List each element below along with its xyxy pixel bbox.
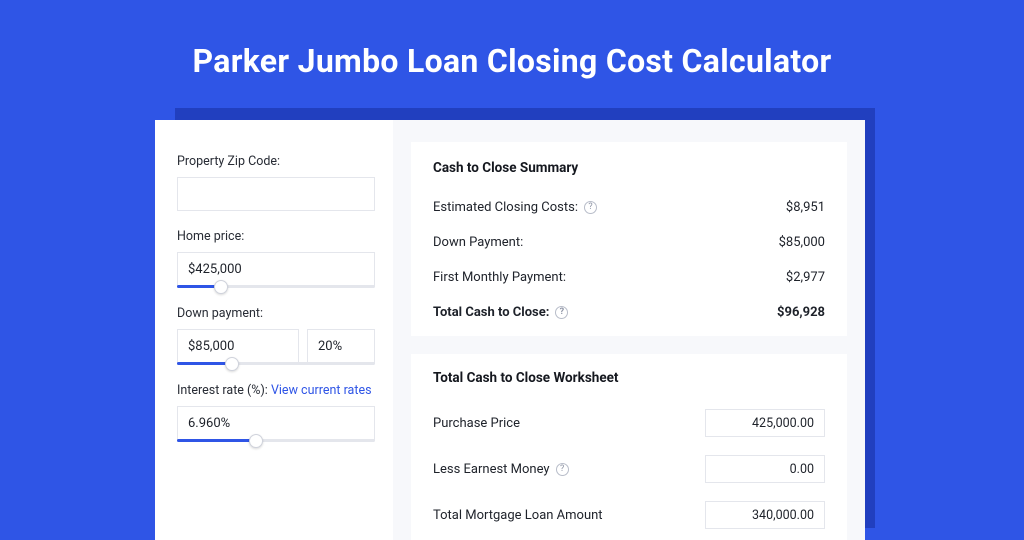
worksheet-row: Purchase Price — [433, 400, 825, 446]
summary-row-label: Estimated Closing Costs: ? — [433, 200, 597, 215]
help-icon[interactable]: ? — [555, 306, 568, 319]
view-current-rates-link[interactable]: View current rates — [271, 383, 372, 398]
zip-input[interactable] — [177, 177, 375, 211]
summary-row-label-text: First Monthly Payment: — [433, 270, 566, 285]
results-column: Cash to Close Summary Estimated Closing … — [393, 120, 865, 540]
worksheet-row: Less Earnest Money ? — [433, 446, 825, 492]
down-payment-pct-input[interactable] — [307, 329, 375, 363]
summary-row-value: $8,951 — [786, 200, 825, 215]
down-payment-slider-thumb[interactable] — [225, 357, 239, 371]
summary-row: Down Payment: $85,000 — [433, 225, 825, 260]
worksheet-row-label-text: Less Earnest Money — [433, 462, 550, 477]
interest-rate-slider[interactable] — [177, 439, 375, 442]
down-payment-slider-fill — [177, 362, 232, 365]
field-zip: Property Zip Code: — [177, 154, 375, 211]
summary-row-value: $2,977 — [786, 270, 825, 285]
worksheet-row-label: Total Mortgage Loan Amount — [433, 508, 603, 523]
home-price-label: Home price: — [177, 229, 375, 244]
help-icon[interactable]: ? — [556, 463, 569, 476]
summary-row-label: Down Payment: — [433, 235, 523, 250]
help-icon[interactable]: ? — [584, 201, 597, 214]
down-payment-slider[interactable] — [177, 362, 375, 365]
worksheet-row-label-text: Purchase Price — [433, 416, 520, 431]
home-price-input[interactable] — [177, 252, 375, 286]
summary-title: Cash to Close Summary — [433, 160, 825, 176]
summary-row-total: Total Cash to Close: ? $96,928 — [433, 295, 825, 330]
summary-row-label: Total Cash to Close: ? — [433, 305, 568, 320]
home-price-slider[interactable] — [177, 285, 375, 288]
down-payment-input[interactable] — [177, 329, 299, 363]
summary-row-label-text: Down Payment: — [433, 235, 523, 250]
field-interest-rate: Interest rate (%): View current rates — [177, 383, 375, 442]
worksheet-row: Total Mortgage Loan Amount — [433, 492, 825, 538]
interest-rate-slider-thumb[interactable] — [249, 434, 263, 448]
worksheet-row-label: Less Earnest Money ? — [433, 462, 569, 477]
worksheet-row-label-text: Total Mortgage Loan Amount — [433, 508, 603, 523]
summary-row-value: $96,928 — [777, 305, 825, 320]
worksheet-title: Total Cash to Close Worksheet — [433, 370, 825, 386]
earnest-money-input[interactable] — [705, 455, 825, 483]
home-price-slider-thumb[interactable] — [214, 280, 228, 294]
summary-row-value: $85,000 — [779, 235, 825, 250]
mortgage-loan-amount-input[interactable] — [705, 501, 825, 529]
field-down-payment: Down payment: — [177, 306, 375, 365]
calculator-card: Property Zip Code: Home price: Down paym… — [155, 120, 865, 540]
summary-row: Estimated Closing Costs: ? $8,951 — [433, 190, 825, 225]
zip-label: Property Zip Code: — [177, 154, 375, 169]
worksheet-row-label: Purchase Price — [433, 416, 520, 431]
page-title: Parker Jumbo Loan Closing Cost Calculato… — [0, 0, 1024, 80]
interest-rate-slider-fill — [177, 439, 256, 442]
interest-rate-label: Interest rate (%): — [177, 383, 271, 398]
worksheet-panel: Total Cash to Close Worksheet Purchase P… — [411, 354, 847, 540]
field-home-price: Home price: — [177, 229, 375, 288]
inputs-column: Property Zip Code: Home price: Down paym… — [155, 120, 393, 540]
summary-row-label-text: Estimated Closing Costs: — [433, 200, 578, 215]
summary-panel: Cash to Close Summary Estimated Closing … — [411, 142, 847, 336]
purchase-price-input[interactable] — [705, 409, 825, 437]
down-payment-label: Down payment: — [177, 306, 375, 321]
interest-rate-input[interactable] — [177, 406, 375, 440]
summary-row: First Monthly Payment: $2,977 — [433, 260, 825, 295]
summary-row-label-text: Total Cash to Close: — [433, 305, 549, 320]
summary-row-label: First Monthly Payment: — [433, 270, 566, 285]
